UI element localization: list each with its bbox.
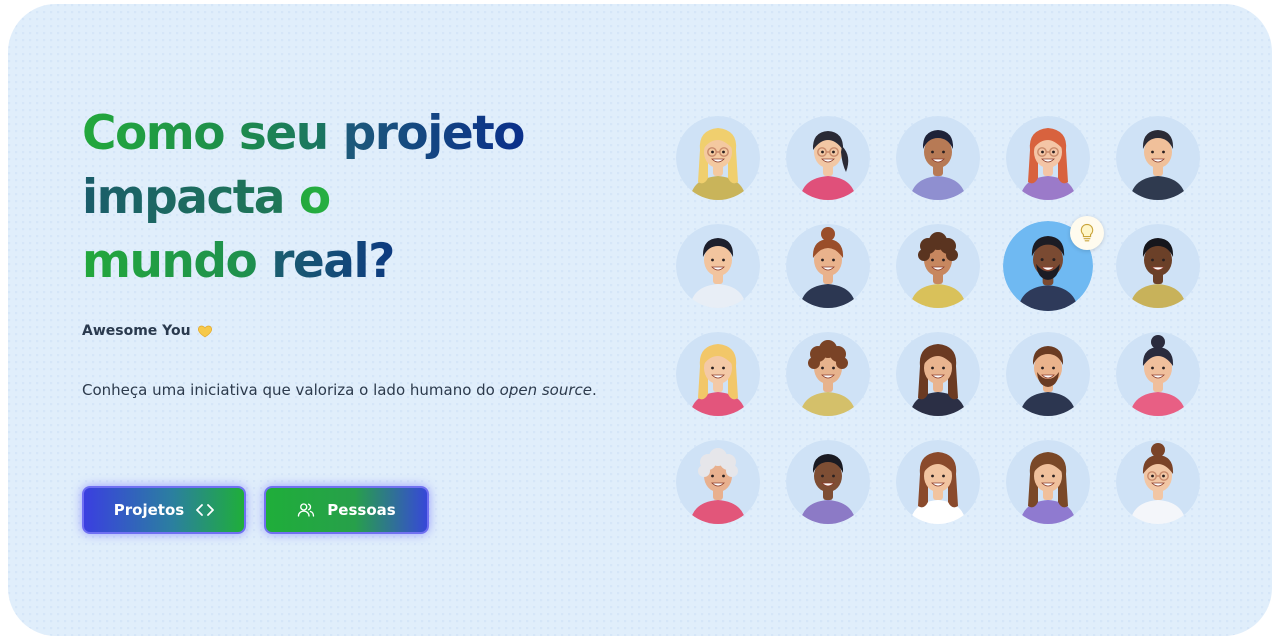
avatar-curly-man-illustration	[896, 224, 980, 308]
avatar-bearded-man-suit	[1006, 332, 1090, 416]
avatar-man-suit-illustration	[1116, 116, 1200, 200]
avatar-older-woman-illustration	[676, 440, 760, 524]
avatar-man-hoodie-illustration	[786, 440, 870, 524]
avatar-older-woman	[676, 440, 760, 524]
avatar-brunette-woman	[896, 332, 980, 416]
lightbulb-badge	[1070, 216, 1104, 250]
avatar-woman-red-glasses-illustration	[1116, 440, 1200, 524]
avatar-man-short-dark-hair-illustration	[676, 224, 760, 308]
avatar-curly-brown-man-illustration	[786, 332, 870, 416]
avatar-blonde-woman-glasses	[676, 116, 760, 200]
avatar-curly-brown-man	[786, 332, 870, 416]
avatar-woman-red-glasses	[1116, 440, 1200, 524]
avatar-redhead-woman-glasses	[1006, 116, 1090, 200]
avatar-man-hoodie	[786, 440, 870, 524]
avatar-dark-skinned-man	[1116, 224, 1200, 308]
avatar-dark-skinned-man-illustration	[1116, 224, 1200, 308]
avatar-blonde-woman-long-illustration	[676, 332, 760, 416]
avatar-redhead-woman-glasses-illustration	[1006, 116, 1090, 200]
avatar-laughing-woman	[896, 440, 980, 524]
avatar-blonde-woman-long	[676, 332, 760, 416]
avatar-man-dark-hair	[896, 116, 980, 200]
avatar-man-short-dark-hair	[676, 224, 760, 308]
lightbulb-icon	[1080, 223, 1094, 242]
avatar-woman-bun-brown	[786, 224, 870, 308]
avatar-woman-phone-illustration	[1006, 440, 1090, 524]
avatar-woman-phone	[1006, 440, 1090, 524]
avatar-laughing-woman-illustration	[896, 440, 980, 524]
avatar-man-dark-hair-illustration	[896, 116, 980, 200]
avatar-man-suit	[1116, 116, 1200, 200]
hero-card: Como seu projeto impacta o mundo real? A…	[8, 4, 1272, 636]
avatar-blonde-woman-glasses-illustration	[676, 116, 760, 200]
avatar-woman-top-bun-illustration	[1116, 332, 1200, 416]
avatar-curly-man	[896, 224, 980, 308]
avatar-woman-bun-brown-illustration	[786, 224, 870, 308]
avatar-woman-top-bun	[1116, 332, 1200, 416]
avatar-woman-glasses-ponytail-illustration	[786, 116, 870, 200]
avatar-brunette-woman-illustration	[896, 332, 980, 416]
avatar-grid	[8, 4, 1272, 636]
avatar-bearded-man-suit-illustration	[1006, 332, 1090, 416]
avatar-woman-glasses-ponytail	[786, 116, 870, 200]
